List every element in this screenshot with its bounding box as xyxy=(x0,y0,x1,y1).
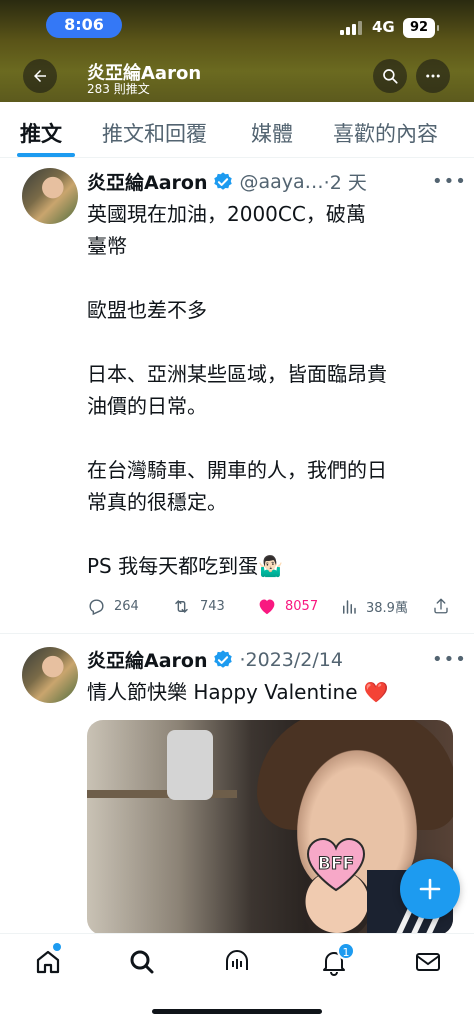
tweet-author-name[interactable]: 炎亞綸Aaron xyxy=(87,168,207,195)
like-button[interactable]: 8057 xyxy=(257,597,318,615)
photo-kettle xyxy=(167,730,213,800)
home-indicator xyxy=(152,1009,322,1014)
avatar[interactable] xyxy=(22,168,78,224)
plus-icon xyxy=(419,878,441,900)
mail-icon[interactable] xyxy=(414,948,442,976)
tweet-text: 情人節快樂 Happy Valentine ❤️ xyxy=(87,680,389,704)
notification-badge: 1 xyxy=(337,942,355,960)
tweet-author-name[interactable]: 炎亞綸Aaron xyxy=(87,646,207,673)
tweet-header: 炎亞綸Aaron ·2023/2/14 xyxy=(87,646,343,673)
tweet-actions: 264 743 8057 38.9萬 xyxy=(87,597,457,621)
reply-icon xyxy=(89,599,104,616)
views-chart-icon xyxy=(343,599,356,614)
retweet-button[interactable]: 743 xyxy=(171,597,225,616)
retweet-count: 743 xyxy=(200,599,225,614)
share-icon xyxy=(434,598,448,614)
tweet-more-icon[interactable]: ••• xyxy=(432,171,467,192)
compose-tweet-button[interactable] xyxy=(400,859,460,919)
home-icon[interactable] xyxy=(34,948,62,976)
verified-badge-icon xyxy=(214,649,233,668)
bff-sticker-text: BFF xyxy=(318,854,354,874)
tweet-photo[interactable] xyxy=(87,720,453,935)
retweet-icon xyxy=(175,600,188,613)
photo-shelf xyxy=(87,790,237,798)
tweet-timestamp[interactable]: ·2 天 xyxy=(324,168,367,195)
views-button[interactable]: 38.9萬 xyxy=(340,597,408,616)
reply-button[interactable]: 264 xyxy=(87,597,139,616)
avatar[interactable] xyxy=(22,647,78,703)
tweet-timestamp[interactable]: ·2023/2/14 xyxy=(239,649,342,671)
tweet-text: 英國現在加油，2000CC，破萬 臺幣 歐盟也差不多 日本、亞洲某些區域，皆面臨… xyxy=(87,202,387,578)
tweet-header: 炎亞綸Aaron @aaya… ·2 天 xyxy=(87,168,367,195)
reply-count: 264 xyxy=(114,599,139,614)
share-button[interactable] xyxy=(432,597,450,615)
heart-filled-icon xyxy=(259,599,275,615)
spaces-icon[interactable] xyxy=(223,948,251,976)
tweet-author-handle: @aaya… xyxy=(239,170,324,193)
view-count: 38.9萬 xyxy=(366,601,408,616)
like-count: 8057 xyxy=(285,598,319,614)
tweet[interactable]: 炎亞綸Aaron @aaya… ·2 天 ••• 英國現在加油，2000CC，破… xyxy=(0,0,474,630)
bff-heart-sticker: BFF xyxy=(306,837,366,892)
verified-badge-icon xyxy=(214,171,233,190)
search-icon[interactable] xyxy=(128,948,156,976)
home-unread-dot xyxy=(53,943,61,951)
tweet-more-icon[interactable]: ••• xyxy=(432,649,467,670)
